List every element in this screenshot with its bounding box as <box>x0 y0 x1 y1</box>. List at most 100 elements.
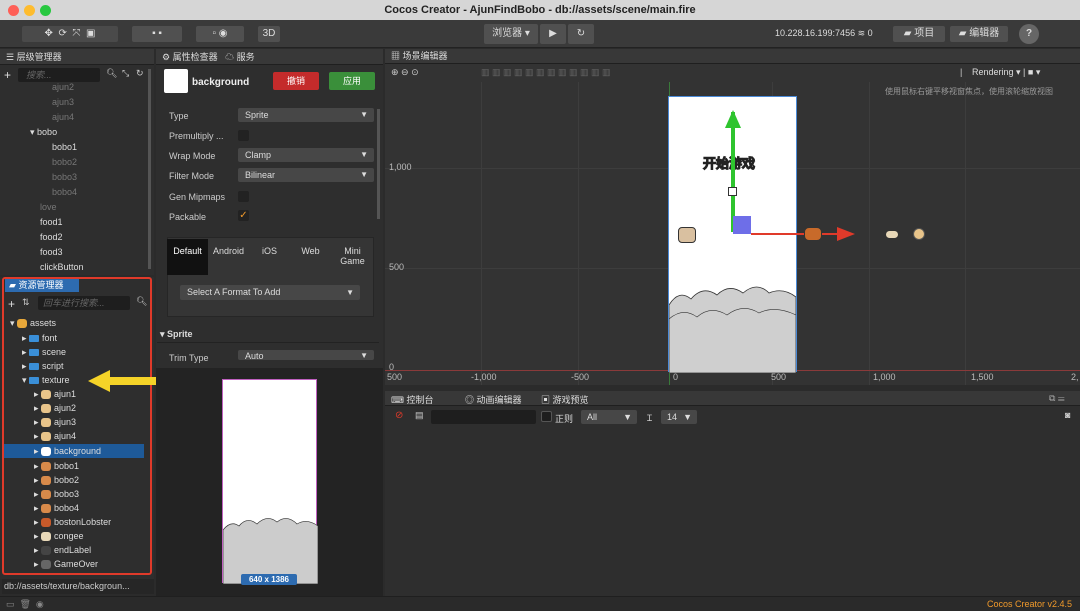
food-sprite[interactable] <box>913 228 925 240</box>
asset-ajun2[interactable]: ▸ ajun2 <box>34 401 76 415</box>
node-bobo[interactable]: ▾ bobo <box>30 125 57 139</box>
folder-script[interactable]: ▸ script <box>22 359 64 373</box>
status-icons[interactable]: ▭ 🗑︎ ◉ <box>6 599 44 610</box>
tab-web[interactable]: Web <box>290 239 331 275</box>
asset-bobo4[interactable]: ▸ bobo4 <box>34 501 79 515</box>
node-ajun4[interactable]: ajun4 <box>52 110 74 124</box>
gizmo-center[interactable] <box>733 216 751 234</box>
help-button[interactable]: ? <box>1019 24 1039 44</box>
ajun-sprite[interactable] <box>678 227 696 243</box>
popout-icon[interactable]: ⧉ ☰ <box>1049 393 1065 404</box>
gen-mipmaps-checkbox[interactable] <box>238 191 249 202</box>
asset-bostonlobster[interactable]: ▸ bostonLobster <box>34 515 111 529</box>
folder-font[interactable]: ▸ font <box>22 331 57 345</box>
node-ajun2[interactable]: ajun2 <box>52 80 74 94</box>
node-bobo2[interactable]: bobo2 <box>52 155 77 169</box>
node-ajun3[interactable]: ajun3 <box>52 95 74 109</box>
revert-button[interactable]: 撤销 <box>273 72 319 90</box>
sprite-section-header[interactable]: ▾ Sprite <box>160 329 193 340</box>
regex-checkbox[interactable] <box>541 411 552 422</box>
gizmo-tools[interactable]: ▫ ◉ <box>196 26 244 42</box>
play-button[interactable]: ▶ <box>540 24 566 44</box>
tab-ios[interactable]: iOS <box>249 239 290 275</box>
trim-type-select[interactable]: Auto <box>238 350 374 362</box>
type-select[interactable]: Sprite <box>238 108 374 122</box>
search-icon[interactable]: 🔍︎ <box>106 68 117 79</box>
collapse-icon[interactable]: ◙ <box>1065 410 1070 420</box>
sort-icon[interactable]: ⇅ <box>22 297 30 308</box>
move-gizmo-x[interactable] <box>751 233 847 235</box>
log-level-select[interactable]: All ▼ <box>581 410 637 424</box>
node-bobo3[interactable]: bobo3 <box>52 170 77 184</box>
tab-animation-editor[interactable]: ◎ 动画编辑器 <box>465 393 522 406</box>
asset-background[interactable]: ▸ background <box>4 444 144 458</box>
mode-3d-button[interactable]: 3D <box>258 26 280 42</box>
maximize-window-button[interactable] <box>40 5 51 16</box>
asset-ajun3[interactable]: ▸ ajun3 <box>34 415 76 429</box>
node-clickbutton[interactable]: clickButton <box>40 260 84 274</box>
tab-mini-game[interactable]: Mini Game <box>331 239 374 275</box>
node-bobo4[interactable]: bobo4 <box>52 185 77 199</box>
tab-game-preview[interactable]: ▣ 游戏预览 <box>541 393 589 406</box>
tab-inspector[interactable]: 属性检查器 <box>173 52 218 62</box>
clear-icon[interactable]: ⊘ <box>395 410 403 421</box>
console-filter-input[interactable] <box>431 410 536 424</box>
node-food3[interactable]: food3 <box>40 245 63 259</box>
wrap-mode-select[interactable]: Clamp <box>238 148 374 162</box>
tab-scene-editor[interactable]: 场景编辑器 <box>403 51 448 61</box>
font-size-select[interactable]: 14 ▼ <box>661 410 697 424</box>
tab-android[interactable]: Android <box>208 239 249 275</box>
folder-scene[interactable]: ▸ scene <box>22 345 66 359</box>
browser-select[interactable]: 浏览器 ▾ <box>484 24 538 44</box>
node-food1[interactable]: food1 <box>40 215 63 229</box>
folder-texture[interactable]: ▾ texture <box>22 373 70 387</box>
asset-bobo1[interactable]: ▸ bobo1 <box>34 459 79 473</box>
close-window-button[interactable] <box>8 5 19 16</box>
inspector-scrollbar[interactable] <box>377 109 380 219</box>
add-asset-icon[interactable]: + <box>8 297 15 311</box>
apply-button[interactable]: 应用 <box>329 72 375 90</box>
congee-sprite[interactable] <box>885 230 899 239</box>
node-love[interactable]: love <box>40 200 57 214</box>
asset-root[interactable]: ▾ assets <box>10 316 56 330</box>
format-select[interactable]: Select A Format To Add <box>180 285 360 300</box>
align-tools[interactable]: ▥ ▥ ▥ ▥ ▥ ▥ ▥ ▥ ▥ ▥ ▥ ▥ <box>481 67 611 78</box>
file-icon[interactable]: ▤ <box>415 410 424 421</box>
pivot-tools[interactable]: ▪ ▪ <box>132 26 182 42</box>
transform-tools[interactable]: ✥ ⟳ ⤧ ▣ <box>22 26 118 42</box>
scene-viewport[interactable]: 使用鼠标右键平移视窗焦点，使用滚轮缩放视图 1,000 500 0 500 -1… <box>385 82 1080 385</box>
premultiply-checkbox[interactable] <box>238 130 249 141</box>
refresh-button[interactable]: ↻ <box>568 24 594 44</box>
asset-bobo3[interactable]: ▸ bobo3 <box>34 487 79 501</box>
gizmo-x-arrow[interactable] <box>837 227 855 241</box>
add-node-icon[interactable]: + <box>4 68 11 82</box>
node-food2[interactable]: food2 <box>40 230 63 244</box>
asset-ajun1[interactable]: ▸ ajun1 <box>34 387 76 401</box>
game-title-label[interactable]: 开始游戏 <box>702 153 755 172</box>
rendering-select[interactable]: Rendering ▾ | ■ ▾ <box>972 67 1040 78</box>
refresh-icon[interactable]: ↻ <box>136 68 144 79</box>
gizmo-y-arrow[interactable] <box>725 110 741 128</box>
asset-congee[interactable]: ▸ congee <box>34 529 84 543</box>
asset-search-input[interactable]: 回车进行搜索... <box>38 296 130 310</box>
collapse-icon[interactable]: ⤡ <box>122 68 129 79</box>
asset-endlabel[interactable]: ▸ endLabel <box>34 543 91 557</box>
anchor-point[interactable] <box>728 187 737 196</box>
hierarchy-scrollbar[interactable] <box>148 69 151 269</box>
lobster-sprite[interactable] <box>804 227 822 241</box>
editor-button[interactable]: ▰ 编辑器 <box>950 26 1008 42</box>
minimize-window-button[interactable] <box>24 5 35 16</box>
asset-bobo2[interactable]: ▸ bobo2 <box>34 473 79 487</box>
zoom-in-icon[interactable]: ⊕ ⊖ ⊙ <box>391 67 419 78</box>
asset-ajun4[interactable]: ▸ ajun4 <box>34 429 76 443</box>
project-button[interactable]: ▰ 项目 <box>893 26 945 42</box>
move-gizmo-y[interactable] <box>731 112 735 232</box>
node-bobo1[interactable]: bobo1 <box>52 140 77 154</box>
expand-icon[interactable]: ▾ <box>30 127 35 137</box>
filter-mode-select[interactable]: Bilinear <box>238 168 374 182</box>
asset-gameover[interactable]: ▸ GameOver <box>34 557 98 571</box>
search-icon[interactable]: 🔍︎ <box>136 296 147 307</box>
tab-services[interactable]: 服务 <box>237 52 255 62</box>
tab-console[interactable]: ⌨ 控制台 <box>391 393 434 406</box>
packable-checkbox[interactable]: ✓ <box>238 210 249 221</box>
